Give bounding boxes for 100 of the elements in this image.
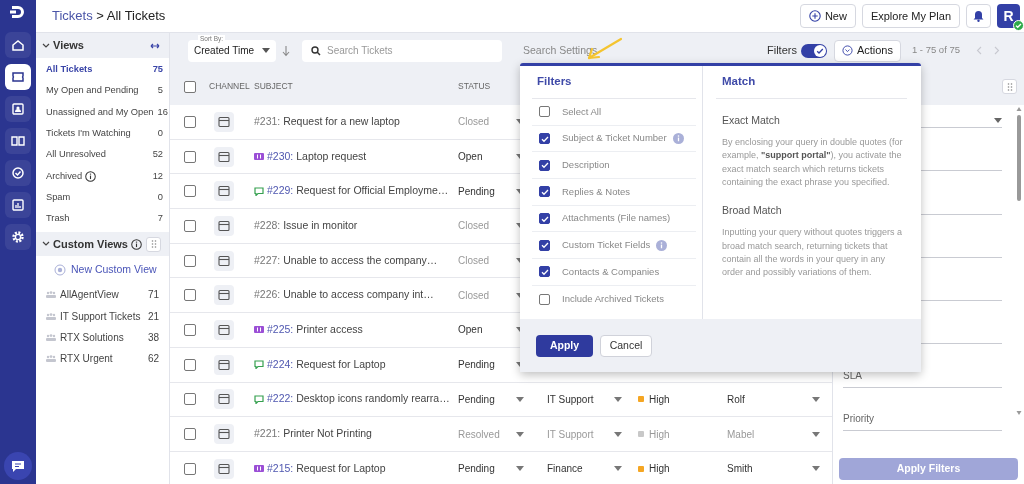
- ticket-link[interactable]: #230: Laptop request: [267, 148, 367, 165]
- status-dropdown[interactable]: Pending: [458, 461, 495, 477]
- checkbox-label[interactable]: Replies & Notes: [562, 184, 631, 200]
- status-dropdown[interactable]: Pending: [458, 391, 495, 407]
- channel-icon: [214, 458, 234, 479]
- filter-checkbox[interactable]: [539, 239, 550, 251]
- ticket-link[interactable]: #221: Printer Not Printing: [254, 426, 372, 442]
- scrollbar[interactable]: [1016, 107, 1022, 415]
- ticket-link[interactable]: #227: Unable to access the company…: [254, 252, 438, 269]
- apply-button[interactable]: Apply: [536, 334, 593, 357]
- filters-toggle[interactable]: [800, 43, 827, 58]
- view-item[interactable]: Spam 0: [36, 187, 169, 209]
- caret-icon: [614, 396, 622, 402]
- nav-item[interactable]: [5, 192, 31, 218]
- sort-order-icon[interactable]: [282, 44, 290, 57]
- filter-checkbox[interactable]: [539, 266, 550, 278]
- dots-icon: [150, 240, 157, 249]
- row-checkbox[interactable]: [184, 115, 196, 128]
- chevron-icon[interactable]: [42, 241, 50, 248]
- view-item[interactable]: Trash 7: [36, 208, 169, 231]
- breadcrumb-link[interactable]: Tickets: [52, 8, 93, 24]
- nav-item[interactable]: [5, 64, 31, 90]
- ticket-link[interactable]: #228: Issue in monitor: [254, 218, 358, 234]
- filter-checkbox[interactable]: [539, 106, 550, 118]
- filter-checkbox[interactable]: [539, 293, 550, 305]
- view-item[interactable]: My Open and Pending 5: [36, 80, 169, 102]
- ticket-link[interactable]: #222: Desktop icons randomly rearra…: [267, 391, 450, 408]
- view-item[interactable]: All Tickets 75: [36, 59, 169, 81]
- checkbox-label[interactable]: Description: [562, 158, 610, 173]
- actions-button[interactable]: Actions: [833, 39, 901, 62]
- nav-item[interactable]: [5, 128, 31, 154]
- ticket-link[interactable]: #224: Request for Laptop: [267, 356, 386, 373]
- row-checkbox[interactable]: [184, 150, 196, 163]
- row-checkbox[interactable]: [184, 358, 196, 371]
- ticket-link[interactable]: #229: Request for Official Employme…: [267, 183, 449, 200]
- breadcrumb-separator: >: [95, 8, 105, 24]
- chevron-icon[interactable]: [42, 42, 50, 49]
- people-icon: [46, 312, 56, 320]
- filter-checkbox[interactable]: [539, 159, 550, 171]
- view-item[interactable]: Unassigned and My Open 16: [36, 101, 169, 124]
- section-title: Views: [53, 38, 84, 54]
- priority-text: High: [649, 427, 670, 442]
- group-dropdown[interactable]: IT Support: [547, 391, 594, 407]
- search-icon: [311, 45, 321, 56]
- row-checkbox[interactable]: [184, 185, 196, 198]
- caret-icon: [516, 431, 524, 437]
- channel-icon: [214, 389, 234, 410]
- filter-field[interactable]: Priority: [843, 387, 1002, 432]
- row-checkbox[interactable]: [184, 428, 196, 441]
- checkbox-label[interactable]: Include Archived Tickets: [562, 292, 664, 307]
- view-item[interactable]: Tickets I'm Watching 0: [36, 123, 169, 145]
- drag-handle-button[interactable]: [146, 236, 161, 252]
- caret-icon: [614, 431, 622, 437]
- chat-button[interactable]: [4, 452, 32, 480]
- row-checkbox[interactable]: [184, 462, 196, 475]
- new-view-link[interactable]: New Custom View: [71, 262, 157, 278]
- nav-item[interactable]: [5, 96, 31, 122]
- agent-dropdown[interactable]: Rolf: [727, 391, 745, 407]
- checkbox-label[interactable]: Attachments (File names): [562, 211, 671, 226]
- checkbox-label[interactable]: Select All: [562, 104, 602, 119]
- search-field[interactable]: Search Tickets: [302, 39, 502, 62]
- nav-item[interactable]: [5, 160, 31, 186]
- view-item[interactable]: Archived 12: [36, 165, 169, 188]
- status-dropdown[interactable]: Pending: [458, 357, 495, 373]
- cancel-button[interactable]: Cancel: [600, 334, 652, 357]
- filter-checkbox[interactable]: [539, 133, 550, 145]
- ticket-link[interactable]: #226: Unable to access company int…: [254, 287, 434, 304]
- ticket-link[interactable]: #215: Request for Laptop: [267, 460, 386, 477]
- view-item[interactable]: All Unresolved 52: [36, 144, 169, 166]
- checkbox-label[interactable]: Custom Ticket Fields: [562, 238, 651, 253]
- row-checkbox[interactable]: [184, 323, 196, 336]
- filter-checkbox[interactable]: [539, 213, 550, 225]
- row-checkbox[interactable]: [184, 289, 196, 302]
- column-header: CHANNEL: [208, 80, 248, 93]
- bell-icon: [973, 10, 984, 22]
- status-dropdown[interactable]: Pending: [458, 183, 495, 199]
- nav-item[interactable]: [5, 32, 31, 58]
- agent-dropdown[interactable]: Smith: [727, 461, 753, 477]
- nav-item[interactable]: [5, 224, 31, 250]
- row-checkbox[interactable]: [184, 219, 196, 232]
- select-all-checkbox[interactable]: [184, 80, 196, 93]
- status-dropdown[interactable]: Open: [458, 149, 483, 165]
- notifications-button[interactable]: [966, 4, 991, 28]
- custom-view-item[interactable]: RTX Solutions 38: [36, 326, 169, 349]
- group-dropdown[interactable]: Finance: [547, 461, 583, 477]
- ticket-link[interactable]: #231: Request for a new laptop: [254, 113, 400, 130]
- row-checkbox[interactable]: [184, 393, 196, 406]
- expand-icon[interactable]: [149, 41, 161, 50]
- custom-view-item[interactable]: IT Support Tickets 21: [36, 305, 169, 327]
- checkbox-label[interactable]: Subject & Ticket Number: [562, 131, 667, 146]
- channel-icon: [214, 111, 234, 132]
- custom-view-item[interactable]: AllAgentView 71: [36, 284, 169, 306]
- status-dropdown[interactable]: Open: [458, 322, 483, 338]
- new-button[interactable]: New: [799, 4, 856, 28]
- row-checkbox[interactable]: [184, 254, 196, 267]
- filter-checkbox[interactable]: [539, 186, 550, 198]
- custom-view-item[interactable]: RTX Urgent 62: [36, 348, 169, 370]
- ticket-link[interactable]: #225: Printer access: [267, 322, 363, 338]
- checkbox-label[interactable]: Contacts & Companies: [562, 264, 660, 280]
- plan-button[interactable]: Explore My Plan: [861, 4, 960, 28]
